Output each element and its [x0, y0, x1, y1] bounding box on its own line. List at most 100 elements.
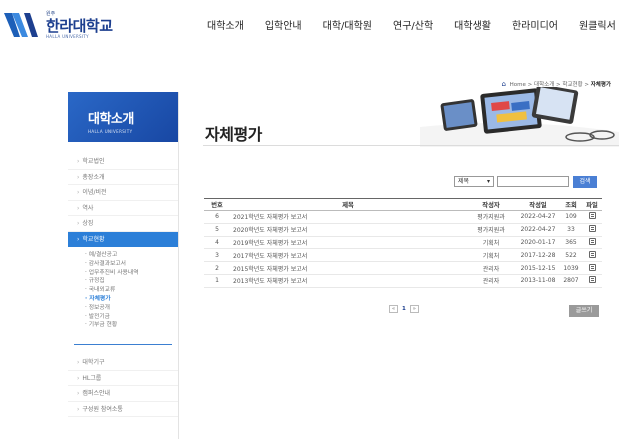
home-icon[interactable]: ⌂ [501, 80, 505, 88]
sidebar-item[interactable]: 캠퍼스안내 [68, 386, 178, 402]
column-header: 제목 [230, 198, 466, 211]
row-author: 평가지원과 [466, 223, 516, 237]
pagination: « 1 » [388, 305, 420, 313]
row-author: 평가지원과 [466, 210, 516, 224]
row-number: 4 [204, 236, 230, 250]
file-download-icon[interactable] [588, 263, 596, 271]
sidebar-item[interactable]: 총장소개 [68, 170, 178, 185]
table-row[interactable]: 1 2013학년도 자체평가 보고서 관리자 2013-11-08 2807 [204, 274, 602, 288]
gnb-item[interactable]: 원클릭서 [579, 17, 616, 32]
breadcrumb-separator: > [527, 82, 533, 88]
row-date: 2022-04-27 [516, 223, 560, 237]
search-field-select[interactable]: 제목 ▾ [454, 176, 494, 187]
row-title[interactable]: 2015학년도 자체평가 보고서 [230, 261, 466, 275]
breadcrumb-item[interactable]: Home [510, 82, 526, 88]
sidebar-item[interactable]: 학교법인 [68, 154, 178, 170]
table-row[interactable]: 2 2015학년도 자체평가 보고서 관리자 2015-12-15 1039 [204, 261, 602, 275]
page-number[interactable]: 1 [402, 305, 406, 313]
row-author: 기획처 [466, 248, 516, 263]
row-author: 관리자 [466, 261, 516, 275]
row-date: 2015-12-15 [516, 261, 560, 275]
row-title[interactable]: 2017학년도 자체평가 보고서 [230, 248, 466, 263]
row-date: 2020-01-17 [516, 236, 560, 250]
search-bar: 제목 ▾ 검색 [454, 176, 597, 188]
sidebar-item[interactable]: 구성원 참여소통 [68, 402, 178, 418]
logo-name-en: HALLA UNIVERSITY [46, 34, 89, 39]
next-page-button[interactable]: » [409, 305, 419, 313]
table-row[interactable]: 4 2019학년도 자체평가 보고서 기획처 2020-01-17 365 [204, 236, 602, 250]
file-download-icon[interactable] [588, 237, 596, 245]
row-file [582, 274, 602, 288]
row-number: 5 [204, 223, 230, 237]
sidebar-subitem-active[interactable]: 자체평가 [85, 295, 178, 304]
row-author: 기획처 [466, 236, 516, 250]
search-button[interactable]: 검색 [573, 176, 597, 188]
breadcrumb-separator: > [584, 82, 589, 88]
sidebar-item[interactable]: 대학기구 [68, 355, 178, 371]
row-title[interactable]: 2019학년도 자체평가 보고서 [230, 236, 466, 250]
breadcrumb-current: 자체평가 [590, 82, 611, 88]
sidebar-subitem[interactable]: 예/결산공고 [85, 251, 178, 260]
file-download-icon[interactable] [588, 212, 596, 220]
row-title[interactable]: 2013학년도 자체평가 보고서 [230, 274, 466, 288]
column-header: 파일 [582, 198, 602, 211]
search-input[interactable] [497, 176, 569, 187]
row-title[interactable]: 2020학년도 자체평가 보고서 [230, 223, 466, 237]
table-header-row: 번호 제목 작성자 작성일 조회 파일 [204, 198, 602, 211]
sidebar-subitem[interactable]: 국내외교류 [85, 286, 178, 295]
sidebar-subitem[interactable]: 감사결과보고서 [85, 260, 178, 269]
row-date: 2013-11-08 [516, 274, 560, 288]
gnb-item[interactable]: 입학안내 [265, 17, 302, 32]
hero-devices-image [420, 87, 619, 147]
file-download-icon[interactable] [588, 225, 596, 233]
gnb-item[interactable]: 한라미디어 [512, 17, 558, 32]
page: 원주 한라대학교 HALLA UNIVERSITY 대학소개 입학안내 대학/대… [0, 0, 619, 439]
sidebar-subitem[interactable]: 업무추진비 사용내역 [85, 269, 178, 278]
breadcrumb: ⌂ Home > 대학소개 > 학교현황 > 자체평가 [501, 80, 611, 88]
file-download-icon[interactable] [588, 250, 596, 258]
row-date: 2022-04-27 [516, 210, 560, 224]
row-title[interactable]: 2021학년도 자체평가 보고서 [230, 210, 466, 224]
table-row[interactable]: 6 2021학년도 자체평가 보고서 평가지원과 2022-04-27 109 [204, 210, 602, 224]
row-file [582, 261, 602, 275]
sidebar-menu: 학교법인 총장소개 이념/비전 역사 상징 학교현황 예/결산공고 감사결과보고… [68, 154, 178, 418]
row-views: 109 [560, 210, 582, 224]
gnb-item[interactable]: 연구/산학 [393, 17, 433, 32]
breadcrumb-item[interactable]: 학교현황 [562, 82, 582, 88]
chevron-down-icon: ▾ [486, 178, 490, 185]
sidebar-item[interactable]: 역사 [68, 201, 178, 216]
row-views: 365 [560, 236, 582, 250]
table-row[interactable]: 5 2020학년도 자체평가 보고서 평가지원과 2022-04-27 33 [204, 223, 602, 237]
halla-emblem-icon [4, 13, 38, 37]
sidebar: 대학소개 HALLA UNIVERSITY 학교법인 총장소개 이념/비전 역사… [68, 92, 179, 439]
sidebar-subitem[interactable]: 정보공개 [85, 304, 178, 313]
sidebar-item[interactable]: 상징 [68, 216, 178, 232]
column-header: 작성자 [466, 198, 516, 211]
sidebar-item[interactable]: HL그룹 [68, 371, 178, 387]
global-nav: 대학소개 입학안내 대학/대학원 연구/산학 대학생활 한라미디어 원클릭서 [207, 17, 619, 32]
column-header: 작성일 [516, 198, 560, 211]
write-button[interactable]: 글쓰기 [569, 305, 599, 317]
table-row[interactable]: 3 2017학년도 자체평가 보고서 기획처 2017-12-28 522 [204, 248, 602, 263]
breadcrumb-item[interactable]: 대학소개 [534, 82, 554, 88]
board-table: 번호 제목 작성자 작성일 조회 파일 6 2021학년도 자체평가 보고서 평가지… [204, 198, 602, 288]
row-views: 522 [560, 248, 582, 263]
sidebar-subitem[interactable]: 기부금 현황 [85, 321, 178, 330]
sidebar-item-active[interactable]: 학교현황 [68, 231, 178, 247]
gnb-item[interactable]: 대학생활 [454, 17, 491, 32]
sidebar-title: 대학소개 [88, 112, 134, 127]
row-views: 33 [560, 223, 582, 237]
gnb-item[interactable]: 대학소개 [207, 17, 244, 32]
prev-page-button[interactable]: « [389, 305, 398, 313]
university-logo[interactable]: 원주 한라대학교 HALLA UNIVERSITY [2, 8, 137, 42]
sidebar-subitem[interactable]: 발전기금 [85, 313, 178, 322]
file-download-icon[interactable] [588, 276, 596, 284]
sidebar-item[interactable]: 이념/비전 [68, 185, 178, 201]
logo-name-ko: 한라대학교 [46, 17, 113, 35]
sidebar-header: 대학소개 HALLA UNIVERSITY [68, 92, 178, 142]
sidebar-divider [74, 344, 172, 346]
gnb-item[interactable]: 대학/대학원 [323, 17, 372, 32]
title-divider [203, 145, 619, 146]
sidebar-subitem[interactable]: 규정집 [85, 277, 178, 286]
page-title: 자체평가 [205, 125, 262, 144]
